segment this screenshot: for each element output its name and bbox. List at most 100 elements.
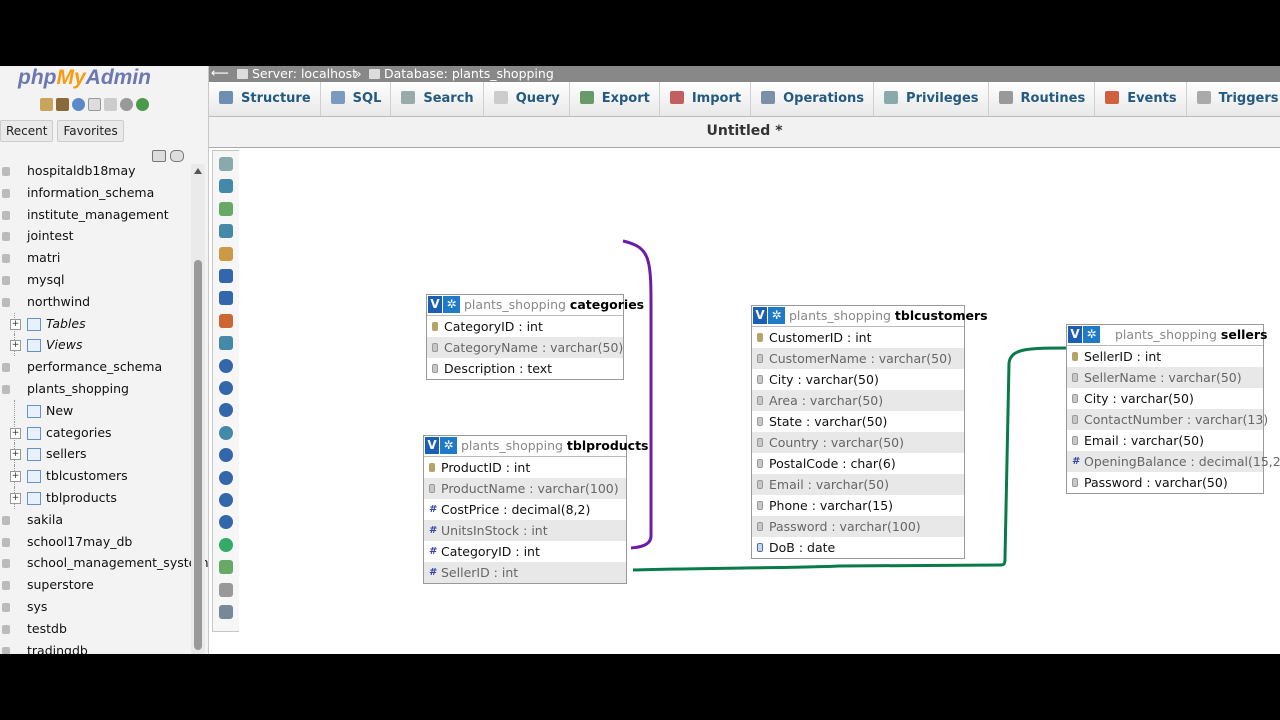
table-column-row[interactable]: Country : varchar(50) (752, 432, 964, 453)
expand-icon[interactable]: + (10, 340, 21, 352)
tree-item-database[interactable]: plants_shopping (0, 378, 190, 400)
tab-routines[interactable]: Routines (988, 82, 1096, 116)
toggle-columns-icon[interactable]: V (428, 296, 442, 313)
collapse-nav-icon[interactable]: ⟵ (211, 66, 229, 81)
logout-icon[interactable] (56, 98, 69, 111)
small-big-icon[interactable] (219, 470, 233, 485)
tree-item-database[interactable]: sakila (0, 509, 190, 531)
tree-item-database[interactable]: institute_management (0, 204, 190, 226)
tree-item-database[interactable]: tradingdb (0, 640, 190, 654)
table-column-row[interactable]: UnitsInStock : int (424, 520, 626, 541)
move-menu-icon[interactable] (219, 515, 233, 530)
table-box-tblcustomers[interactable]: V ✲ plants_shopping tblcustomers CustomerID… (751, 305, 988, 559)
tree-item-database[interactable]: superstore (0, 574, 190, 596)
tree-item-database[interactable]: information_schema (0, 182, 190, 204)
table-column-row[interactable]: CategoryID : int (424, 541, 626, 562)
tab-export[interactable]: Export (569, 82, 660, 116)
edit-page-icon[interactable] (219, 246, 233, 261)
pin-text-icon[interactable] (219, 537, 233, 552)
table-options-icon[interactable]: ✲ (1083, 326, 1100, 343)
nav-scrollbar[interactable] (191, 164, 205, 654)
reload-icon[interactable] (219, 381, 233, 395)
export-icon[interactable] (219, 560, 233, 575)
tree-item-database[interactable]: mysql (0, 269, 190, 291)
table-column-row[interactable]: Password : varchar(50) (1067, 472, 1263, 493)
table-header[interactable]: V ✲ plants_shopping tblproducts (424, 436, 649, 457)
fullscreen-icon[interactable] (219, 179, 233, 194)
tree-item-database[interactable]: testdb (0, 618, 190, 640)
table-column-row[interactable]: DoB : date (752, 537, 964, 558)
table-box-categories[interactable]: V ✲ plants_shopping categories CategoryID :… (426, 294, 644, 380)
tree-subitem[interactable]: + categories (0, 421, 190, 444)
table-column-row[interactable]: ContactNumber : varchar(13) (1067, 409, 1268, 430)
tree-item-database[interactable]: performance_schema (0, 356, 190, 378)
tab-query[interactable]: Query (483, 82, 570, 116)
expand-icon[interactable]: + (10, 471, 21, 483)
save-icon[interactable] (219, 269, 233, 283)
table-column-row[interactable]: Password : varchar(100) (752, 516, 964, 537)
build-query-icon[interactable] (219, 582, 233, 597)
tree-item-database[interactable]: sys (0, 596, 190, 618)
tree-item-database[interactable]: matri (0, 247, 190, 269)
scroll-thumb[interactable] (194, 260, 202, 650)
table-column-row[interactable]: Description : text (427, 358, 623, 379)
table-header[interactable]: V ✲ plants_shopping categories (427, 295, 644, 316)
delete-page-icon[interactable] (219, 313, 233, 328)
tab-events[interactable]: Events (1095, 82, 1187, 116)
table-column-row[interactable]: Phone : varchar(15) (752, 495, 964, 516)
tree-subitem[interactable]: New (0, 399, 190, 422)
table-column-row[interactable]: City : varchar(50) (1067, 388, 1263, 409)
page-list-icon[interactable] (219, 336, 233, 351)
table-options-icon[interactable]: ✲ (440, 437, 457, 454)
toggle-columns-icon[interactable]: V (1068, 326, 1082, 343)
toggle-columns-icon[interactable]: V (425, 437, 439, 454)
table-box-sellers[interactable]: V ✲ plants_shopping sellers SellerID : int S… (1066, 324, 1280, 494)
reload-icon[interactable] (136, 98, 149, 111)
tab-privileges[interactable]: Privileges (874, 82, 989, 116)
anchor-icon[interactable] (219, 605, 233, 619)
table-column-row[interactable]: CustomerName : varchar(50) (752, 348, 964, 369)
table-column-row[interactable]: Email : varchar(50) (752, 474, 964, 495)
expand-icon[interactable]: + (10, 318, 21, 330)
docs-icon[interactable] (88, 98, 101, 111)
expand-icon[interactable]: + (10, 427, 21, 439)
table-column-row[interactable]: Email : varchar(50) (1067, 430, 1263, 451)
home-icon[interactable] (40, 98, 53, 111)
help-icon[interactable] (72, 98, 85, 111)
table-column-row[interactable]: CostPrice : decimal(8,2) (424, 499, 626, 520)
tab-sql[interactable]: SQL (320, 82, 392, 116)
scroll-up-icon[interactable] (194, 168, 202, 174)
create-relation-icon[interactable] (219, 358, 233, 373)
new-page-icon[interactable] (219, 224, 233, 239)
table-header[interactable]: V ✲ plants_shopping tblcustomers (752, 306, 988, 327)
tree-item-database[interactable]: school_management_system (0, 552, 209, 574)
expand-icon[interactable]: + (10, 449, 21, 461)
tab-triggers[interactable]: Triggers (1186, 82, 1280, 116)
tab-recent[interactable]: Recent (0, 120, 54, 142)
table-box-tblproducts[interactable]: V ✲ plants_shopping tblproducts ProductID :… (423, 435, 649, 584)
expand-icon[interactable]: + (10, 492, 21, 504)
table-column-row[interactable]: ProductID : int (424, 457, 626, 478)
table-column-row[interactable]: CustomerID : int (752, 327, 964, 348)
table-header[interactable]: V ✲ plants_shopping sellers (1067, 325, 1268, 346)
toggle-columns-icon[interactable]: V (753, 307, 767, 324)
table-options-icon[interactable]: ✲ (443, 296, 460, 313)
angular-links-icon[interactable] (219, 425, 233, 440)
table-column-row[interactable]: SellerName : varchar(50) (1067, 367, 1263, 388)
phpmyadmin-logo[interactable]: phpMyAdmin (18, 66, 151, 90)
add-tables-icon[interactable] (219, 201, 233, 216)
tab-operations[interactable]: Operations (751, 82, 875, 116)
tab-structure[interactable]: Structure (209, 82, 321, 116)
table-column-row[interactable]: SellerID : int (424, 562, 626, 583)
snap-to-grid-icon[interactable] (219, 448, 233, 463)
table-column-row[interactable]: State : varchar(50) (752, 411, 964, 432)
tree-subitem[interactable]: + tblcustomers (0, 465, 190, 487)
table-options-icon[interactable]: ✲ (768, 307, 785, 324)
tree-subitem[interactable]: + sellers (0, 443, 190, 466)
show-all-icon[interactable] (219, 157, 233, 171)
tree-item-database[interactable]: school17may_db (0, 531, 190, 553)
table-column-row[interactable]: City : varchar(50) (752, 369, 964, 390)
tree-subitem[interactable]: + tblproducts (0, 486, 190, 509)
tree-subitem[interactable]: + Tables (0, 312, 190, 335)
tree-subitem[interactable]: + Views (0, 334, 190, 357)
